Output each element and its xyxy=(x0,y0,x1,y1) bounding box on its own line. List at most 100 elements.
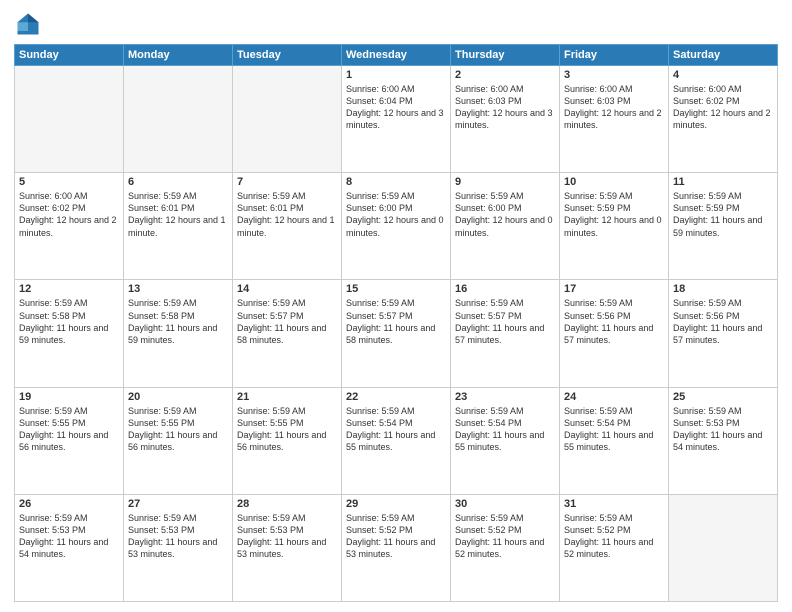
cell-info: Sunrise: 5:59 AMSunset: 5:57 PMDaylight:… xyxy=(237,297,337,346)
calendar-cell: 23Sunrise: 5:59 AMSunset: 5:54 PMDayligh… xyxy=(451,387,560,494)
cell-info: Sunrise: 6:00 AMSunset: 6:02 PMDaylight:… xyxy=(19,190,119,239)
day-number: 21 xyxy=(237,391,337,403)
day-number: 5 xyxy=(19,176,119,188)
calendar-cell xyxy=(124,66,233,173)
calendar-week-row: 12 Sunrise: 5:59 AMSunset: 5:58 PMDayligh… xyxy=(15,280,778,387)
calendar-cell: 3 Sunrise: 6:00 AMSunset: 6:03 PMDaylight… xyxy=(560,66,669,173)
day-number: 19 xyxy=(19,391,119,403)
day-number: 24 xyxy=(564,391,664,403)
day-number: 18 xyxy=(673,283,773,295)
calendar-cell: 29 Sunrise: 5:59 AMSunset: 5:52 PMDayligh… xyxy=(342,494,451,601)
calendar-cell: 15 Sunrise: 5:59 AMSunset: 5:57 PMDayligh… xyxy=(342,280,451,387)
cell-info: Sunrise: 5:59 AMSunset: 5:54 PMDaylight:… xyxy=(564,405,664,454)
calendar-header-row: SundayMondayTuesdayWednesdayThursdayFrid… xyxy=(15,45,778,66)
calendar-cell: 2Sunrise: 6:00 AMSunset: 6:03 PMDaylight… xyxy=(451,66,560,173)
day-number: 29 xyxy=(346,498,446,510)
calendar-cell: 16Sunrise: 5:59 AMSunset: 5:57 PMDayligh… xyxy=(451,280,560,387)
cell-info: Sunrise: 5:59 AMSunset: 5:56 PMDaylight:… xyxy=(673,297,773,346)
logo-icon xyxy=(14,10,42,38)
cell-info: Sunrise: 5:59 AMSunset: 5:53 PMDaylight:… xyxy=(128,512,228,561)
calendar-week-row: 1Sunrise: 6:00 AMSunset: 6:04 PMDaylight… xyxy=(15,66,778,173)
cell-info: Sunrise: 5:59 AMSunset: 6:01 PMDaylight:… xyxy=(128,190,228,239)
calendar-header-friday: Friday xyxy=(560,45,669,66)
day-number: 25 xyxy=(673,391,773,403)
calendar-table: SundayMondayTuesdayWednesdayThursdayFrid… xyxy=(14,44,778,602)
day-number: 31 xyxy=(564,498,664,510)
day-number: 8 xyxy=(346,176,446,188)
cell-info: Sunrise: 5:59 AMSunset: 5:53 PMDaylight:… xyxy=(19,512,119,561)
day-number: 4 xyxy=(673,69,773,81)
day-number: 11 xyxy=(673,176,773,188)
calendar-cell: 18 Sunrise: 5:59 AMSunset: 5:56 PMDayligh… xyxy=(669,280,778,387)
calendar-cell: 9 Sunrise: 5:59 AMSunset: 6:00 PMDaylight… xyxy=(451,173,560,280)
cell-info: Sunrise: 5:59 AMSunset: 5:55 PMDaylight:… xyxy=(237,405,337,454)
calendar-cell: 25Sunrise: 5:59 AMSunset: 5:53 PMDayligh… xyxy=(669,387,778,494)
logo xyxy=(14,10,46,38)
calendar-cell: 24 Sunrise: 5:59 AMSunset: 5:54 PMDayligh… xyxy=(560,387,669,494)
cell-info: Sunrise: 6:00 AMSunset: 6:02 PMDaylight:… xyxy=(673,83,773,132)
calendar-cell: 21 Sunrise: 5:59 AMSunset: 5:55 PMDayligh… xyxy=(233,387,342,494)
cell-info: Sunrise: 5:59 AMSunset: 6:01 PMDaylight:… xyxy=(237,190,337,239)
day-number: 28 xyxy=(237,498,337,510)
calendar-header-wednesday: Wednesday xyxy=(342,45,451,66)
cell-info: Sunrise: 5:59 AMSunset: 5:52 PMDaylight:… xyxy=(455,512,555,561)
calendar-cell: 26 Sunrise: 5:59 AMSunset: 5:53 PMDayligh… xyxy=(15,494,124,601)
cell-info: Sunrise: 5:59 AMSunset: 5:52 PMDaylight:… xyxy=(346,512,446,561)
day-number: 16 xyxy=(455,283,555,295)
calendar-cell: 20Sunrise: 5:59 AMSunset: 5:55 PMDayligh… xyxy=(124,387,233,494)
day-number: 27 xyxy=(128,498,228,510)
calendar-cell: 28 Sunrise: 5:59 AMSunset: 5:53 PMDayligh… xyxy=(233,494,342,601)
day-number: 3 xyxy=(564,69,664,81)
day-number: 20 xyxy=(128,391,228,403)
calendar-header-sunday: Sunday xyxy=(15,45,124,66)
day-number: 17 xyxy=(564,283,664,295)
cell-info: Sunrise: 5:59 AMSunset: 6:00 PMDaylight:… xyxy=(346,190,446,239)
calendar-cell: 31 Sunrise: 5:59 AMSunset: 5:52 PMDayligh… xyxy=(560,494,669,601)
day-number: 12 xyxy=(19,283,119,295)
calendar-cell: 27 Sunrise: 5:59 AMSunset: 5:53 PMDayligh… xyxy=(124,494,233,601)
day-number: 15 xyxy=(346,283,446,295)
calendar-cell xyxy=(233,66,342,173)
calendar-cell: 5 Sunrise: 6:00 AMSunset: 6:02 PMDaylight… xyxy=(15,173,124,280)
calendar-header-saturday: Saturday xyxy=(669,45,778,66)
cell-info: Sunrise: 5:59 AMSunset: 5:59 PMDaylight:… xyxy=(673,190,773,239)
calendar-cell: 11 Sunrise: 5:59 AMSunset: 5:59 PMDayligh… xyxy=(669,173,778,280)
calendar-cell xyxy=(15,66,124,173)
day-number: 26 xyxy=(19,498,119,510)
cell-info: Sunrise: 5:59 AMSunset: 5:53 PMDaylight:… xyxy=(237,512,337,561)
day-number: 10 xyxy=(564,176,664,188)
cell-info: Sunrise: 5:59 AMSunset: 5:58 PMDaylight:… xyxy=(128,297,228,346)
calendar-cell: 1Sunrise: 6:00 AMSunset: 6:04 PMDaylight… xyxy=(342,66,451,173)
page: SundayMondayTuesdayWednesdayThursdayFrid… xyxy=(0,0,792,612)
cell-info: Sunrise: 6:00 AMSunset: 6:03 PMDaylight:… xyxy=(455,83,555,132)
cell-info: Sunrise: 5:59 AMSunset: 5:56 PMDaylight:… xyxy=(564,297,664,346)
cell-info: Sunrise: 5:59 AMSunset: 5:54 PMDaylight:… xyxy=(346,405,446,454)
cell-info: Sunrise: 5:59 AMSunset: 5:55 PMDaylight:… xyxy=(19,405,119,454)
calendar-cell: 19 Sunrise: 5:59 AMSunset: 5:55 PMDayligh… xyxy=(15,387,124,494)
calendar-cell: 22 Sunrise: 5:59 AMSunset: 5:54 PMDayligh… xyxy=(342,387,451,494)
calendar-cell: 14 Sunrise: 5:59 AMSunset: 5:57 PMDayligh… xyxy=(233,280,342,387)
day-number: 9 xyxy=(455,176,555,188)
calendar-cell: 8 Sunrise: 5:59 AMSunset: 6:00 PMDaylight… xyxy=(342,173,451,280)
day-number: 6 xyxy=(128,176,228,188)
cell-info: Sunrise: 5:59 AMSunset: 5:57 PMDaylight:… xyxy=(346,297,446,346)
calendar-header-tuesday: Tuesday xyxy=(233,45,342,66)
calendar-cell: 4 Sunrise: 6:00 AMSunset: 6:02 PMDaylight… xyxy=(669,66,778,173)
day-number: 30 xyxy=(455,498,555,510)
cell-info: Sunrise: 5:59 AMSunset: 6:00 PMDaylight:… xyxy=(455,190,555,239)
day-number: 7 xyxy=(237,176,337,188)
day-number: 1 xyxy=(346,69,446,81)
calendar-header-monday: Monday xyxy=(124,45,233,66)
cell-info: Sunrise: 6:00 AMSunset: 6:03 PMDaylight:… xyxy=(564,83,664,132)
calendar-week-row: 26 Sunrise: 5:59 AMSunset: 5:53 PMDayligh… xyxy=(15,494,778,601)
calendar-cell: 12 Sunrise: 5:59 AMSunset: 5:58 PMDayligh… xyxy=(15,280,124,387)
calendar-cell: 17 Sunrise: 5:59 AMSunset: 5:56 PMDayligh… xyxy=(560,280,669,387)
calendar-header-thursday: Thursday xyxy=(451,45,560,66)
calendar-cell: 30 Sunrise: 5:59 AMSunset: 5:52 PMDayligh… xyxy=(451,494,560,601)
day-number: 14 xyxy=(237,283,337,295)
cell-info: Sunrise: 5:59 AMSunset: 5:52 PMDaylight:… xyxy=(564,512,664,561)
day-number: 22 xyxy=(346,391,446,403)
cell-info: Sunrise: 5:59 AMSunset: 5:58 PMDaylight:… xyxy=(19,297,119,346)
calendar-cell: 6 Sunrise: 5:59 AMSunset: 6:01 PMDaylight… xyxy=(124,173,233,280)
day-number: 23 xyxy=(455,391,555,403)
